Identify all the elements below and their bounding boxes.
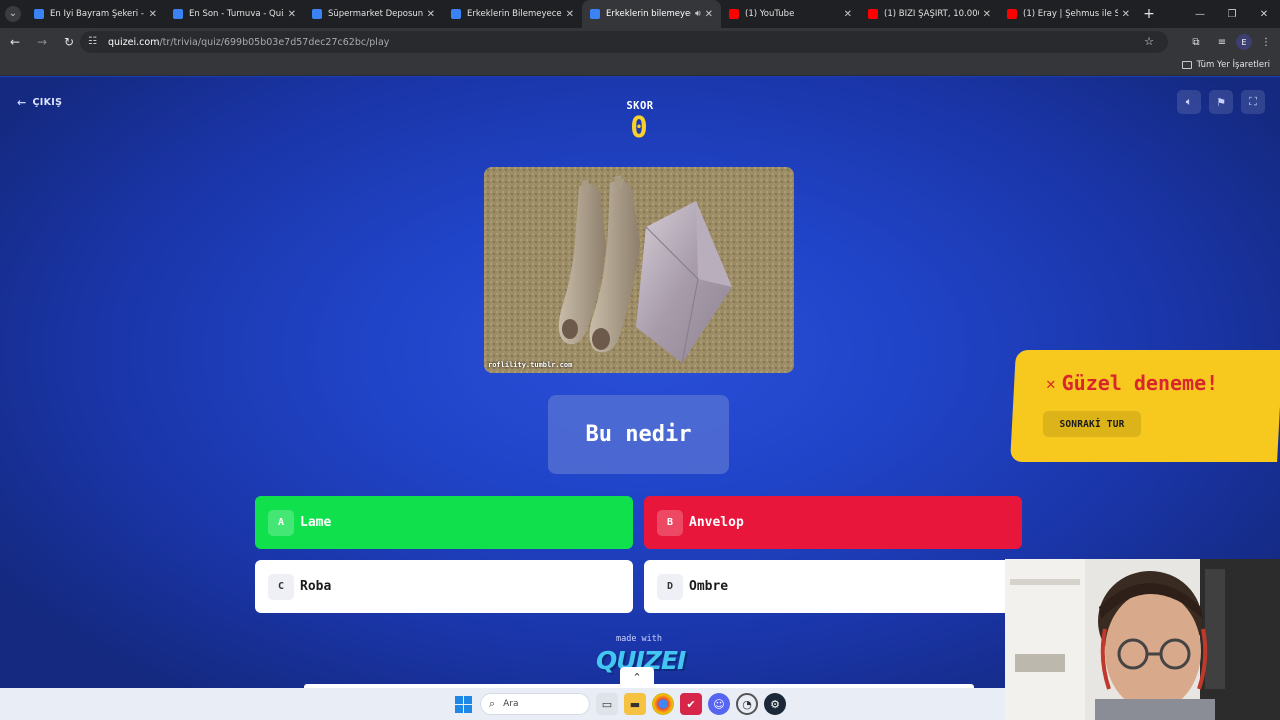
- answer-b[interactable]: B Anvelop: [644, 496, 1022, 549]
- address-bar[interactable]: ☷ quizei.com/tr/trivia/quiz/699b05b03e7d…: [80, 31, 1168, 53]
- answer-letter: B: [657, 509, 683, 536]
- favicon-icon: [868, 9, 878, 19]
- tab-search-button[interactable]: ⌄: [0, 0, 26, 28]
- tab-close-icon[interactable]: ✕: [566, 9, 574, 20]
- score-value: 0: [630, 110, 648, 144]
- browser-tab[interactable]: Erkeklerin bilemeyece 🔊︎ ✕: [582, 0, 721, 28]
- chevron-up-icon[interactable]: ⌃: [620, 667, 654, 687]
- tab-title: Erkeklerin Bilemeyeceği Ş: [467, 9, 562, 19]
- feedback-title-text: Güzel deneme!: [1061, 371, 1219, 395]
- favicon-icon: [312, 9, 322, 19]
- task-view-icon[interactable]: ▭: [596, 693, 618, 715]
- browser-tab[interactable]: (1) BİZİ ŞAŞIRT, 10.000₺ K ✕: [860, 0, 999, 28]
- url-path: /tr/trivia/quiz/699b05b03e7d57dec27c62bc…: [159, 36, 390, 48]
- all-bookmarks-button[interactable]: Tüm Yer İşaretleri: [1181, 60, 1270, 70]
- restore-icon[interactable]: ❐: [1216, 0, 1248, 28]
- new-tab-button[interactable]: +: [1138, 0, 1160, 28]
- profile-avatar[interactable]: E: [1236, 34, 1252, 50]
- favicon-icon: [34, 9, 44, 19]
- streamer-webcam-image: [1005, 559, 1280, 720]
- chrome-icon[interactable]: [652, 693, 674, 715]
- bookmark-star-icon[interactable]: ☆: [1144, 35, 1154, 48]
- browser-tab[interactable]: En İyi Bayram Şekeri - Tie ✕: [26, 0, 165, 28]
- answer-letter: C: [268, 573, 294, 600]
- forward-icon[interactable]: →: [30, 30, 54, 54]
- answer-text: Lame: [300, 515, 332, 530]
- tab-title: (1) BİZİ ŞAŞIRT, 10.000₺ K: [884, 9, 979, 19]
- browser-tab[interactable]: Süpermarket Deposunda ✕: [304, 0, 443, 28]
- reload-icon[interactable]: ↻: [57, 30, 81, 54]
- site-info-icon[interactable]: ☷: [88, 36, 100, 48]
- search-icon: ⌕: [489, 697, 496, 710]
- next-round-button[interactable]: SONRAKİ TUR: [1043, 411, 1141, 437]
- answer-letter: A: [268, 509, 294, 536]
- favicon-icon: [729, 9, 739, 19]
- tab-title: (1) YouTube: [745, 9, 795, 19]
- image-watermark: roflility.tumblr.com: [488, 361, 573, 369]
- answer-d[interactable]: D Ombre: [644, 560, 1022, 613]
- browser-tab[interactable]: Erkeklerin Bilemeyeceği Ş ✕: [443, 0, 582, 28]
- all-bookmarks-label: Tüm Yer İşaretleri: [1196, 60, 1270, 70]
- minimize-icon[interactable]: —: [1184, 0, 1216, 28]
- browser-toolbar: ← → ↻ ☷ quizei.com/tr/trivia/quiz/699b05…: [0, 28, 1280, 56]
- tab-title: En İyi Bayram Şekeri - Tie: [50, 9, 145, 19]
- tab-title: En Son - Turnuva - Quizei: [189, 9, 284, 19]
- windows-start-icon[interactable]: [452, 693, 474, 715]
- browser-tab-bar: ⌄ En İyi Bayram Şekeri - Tie✕En Son - Tu…: [0, 0, 1280, 28]
- webcam-overlay: [1005, 559, 1280, 720]
- toolbar-actions: ⧉ ≡ E ⋮: [1184, 28, 1280, 56]
- taskbar-search[interactable]: ⌕ Ara: [480, 693, 590, 715]
- media-controls-icon[interactable]: ≡: [1210, 30, 1234, 54]
- steam-icon[interactable]: ⚙: [764, 693, 786, 715]
- tab-close-icon[interactable]: ✕: [983, 9, 991, 20]
- app-red-icon[interactable]: ✔: [680, 693, 702, 715]
- answer-text: Anvelop: [689, 515, 744, 530]
- folder-icon: [1181, 61, 1192, 69]
- back-icon[interactable]: ←: [3, 30, 27, 54]
- answer-text: Roba: [300, 579, 332, 594]
- answer-c[interactable]: C Roba: [255, 560, 633, 613]
- menu-kebab-icon[interactable]: ⋮: [1254, 30, 1278, 54]
- chevron-down-icon: ⌄: [5, 6, 21, 22]
- feedback-title: ✕ Güzel deneme!: [1046, 371, 1218, 395]
- answer-a[interactable]: A Lame: [255, 496, 633, 549]
- question-text: Bu nedir: [548, 395, 729, 474]
- bookmarks-bar: Tüm Yer İşaretleri: [0, 56, 1280, 76]
- tab-close-icon[interactable]: ✕: [427, 9, 435, 20]
- feedback-panel: ✕ Güzel deneme! SONRAKİ TUR: [1034, 350, 1280, 462]
- close-window-icon[interactable]: ✕: [1248, 0, 1280, 28]
- favicon-icon: [451, 9, 461, 19]
- extensions-icon[interactable]: ⧉: [1184, 30, 1208, 54]
- taskbar-icons: ⌕ Ara ▭ ▬ ✔ ☺ ◔ ⚙: [452, 692, 786, 716]
- close-x-icon: ✕: [1046, 373, 1056, 393]
- tab-audio-icon[interactable]: 🔊︎: [695, 9, 701, 19]
- tab-title: Erkeklerin bilemeyece: [606, 9, 691, 19]
- file-explorer-icon[interactable]: ▬: [624, 693, 646, 715]
- browser-tab[interactable]: (1) Eray | Şehmus ile Sert ✕: [999, 0, 1138, 28]
- favicon-icon: [1007, 9, 1017, 19]
- shoes-and-clutch-photo: [484, 167, 794, 373]
- tab-close-icon[interactable]: ✕: [149, 9, 157, 20]
- favicon-icon: [173, 9, 183, 19]
- tab-strip: En İyi Bayram Şekeri - Tie✕En Son - Turn…: [26, 0, 1138, 28]
- discord-icon[interactable]: ☺: [708, 693, 730, 715]
- browser-tab[interactable]: En Son - Turnuva - Quizei ✕: [165, 0, 304, 28]
- window-controls: — ❐ ✕: [1184, 0, 1280, 28]
- favicon-icon: [590, 9, 600, 19]
- tab-close-icon[interactable]: ✕: [844, 9, 852, 20]
- answer-letter: D: [657, 573, 683, 600]
- url-host: quizei.com: [108, 36, 160, 48]
- app-circle-icon[interactable]: ◔: [736, 693, 758, 715]
- tab-close-icon[interactable]: ✕: [1122, 9, 1130, 20]
- answer-text: Ombre: [689, 579, 729, 594]
- browser-tab[interactable]: (1) YouTube ✕: [721, 0, 860, 28]
- taskbar-search-label: Ara: [503, 699, 519, 709]
- tab-close-icon[interactable]: ✕: [705, 9, 713, 20]
- tab-title: Süpermarket Deposunda: [328, 9, 423, 19]
- tab-title: (1) Eray | Şehmus ile Sert: [1023, 9, 1118, 19]
- tab-close-icon[interactable]: ✕: [288, 9, 296, 20]
- question-image: roflility.tumblr.com: [484, 167, 794, 373]
